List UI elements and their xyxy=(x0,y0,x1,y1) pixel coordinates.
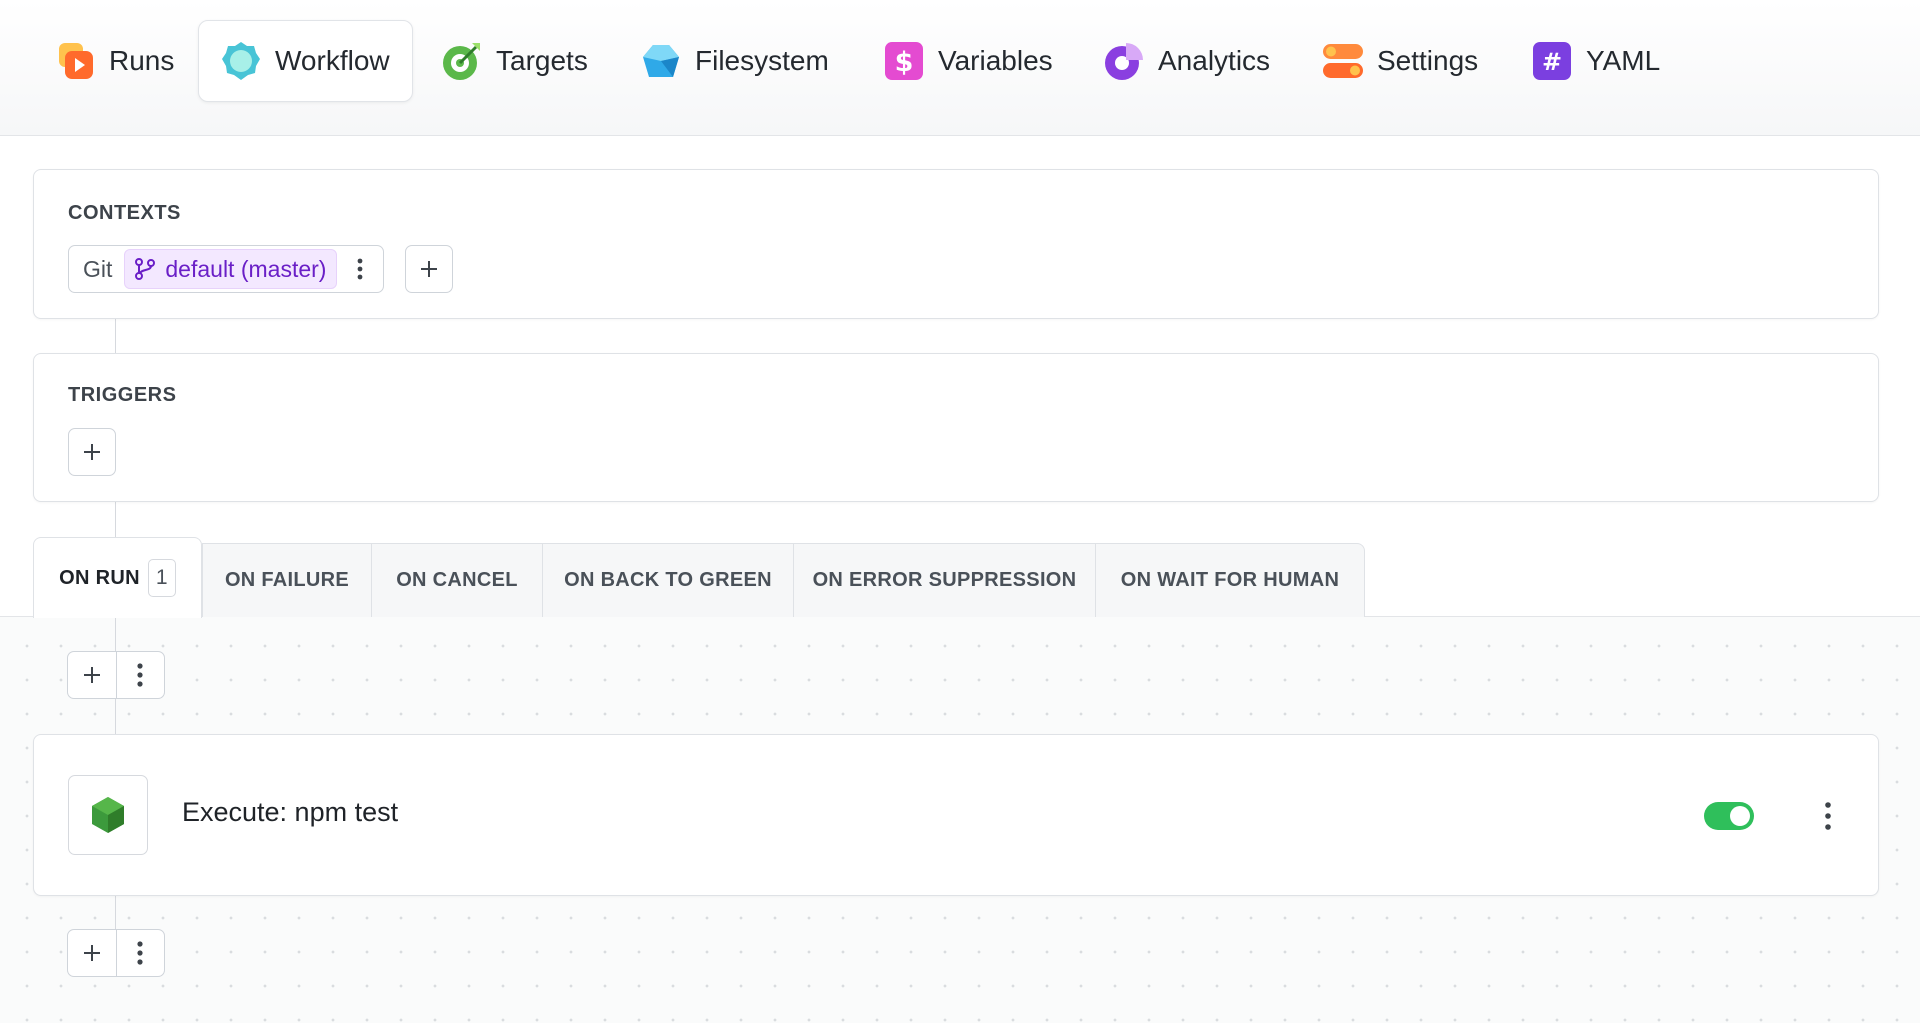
tab-analytics[interactable]: Analytics xyxy=(1082,20,1292,102)
context-more-button[interactable] xyxy=(343,250,377,288)
connector-line xyxy=(115,319,116,353)
step-options-button[interactable] xyxy=(116,652,164,698)
svg-text:#: # xyxy=(1542,48,1562,76)
tab-on-failure[interactable]: ON FAILURE xyxy=(202,543,372,617)
branch-pill[interactable]: default (master) xyxy=(124,249,338,289)
variables-icon: $ xyxy=(885,42,923,80)
step-enabled-toggle[interactable] xyxy=(1704,802,1754,830)
more-vertical-icon xyxy=(358,258,363,280)
contexts-title: CONTEXTS xyxy=(68,202,181,224)
add-trigger-button[interactable] xyxy=(68,428,116,476)
step-card[interactable]: Execute: npm test xyxy=(33,734,1879,896)
contexts-panel: CONTEXTS Git default (master) xyxy=(33,169,1879,319)
add-step-button[interactable] xyxy=(68,930,116,976)
yaml-icon: # xyxy=(1533,42,1571,80)
tab-label: Filesystem xyxy=(695,45,829,76)
filesystem-icon xyxy=(643,45,679,77)
more-vertical-icon xyxy=(1825,802,1831,830)
git-branch-icon xyxy=(135,258,156,280)
step-options-button[interactable] xyxy=(116,930,164,976)
triggers-panel: TRIGGERS xyxy=(33,353,1879,502)
tab-label: Settings xyxy=(1377,45,1479,76)
tab-label: ON ERROR SUPPRESSION xyxy=(812,569,1077,591)
plus-icon xyxy=(84,444,100,460)
svg-text:$: $ xyxy=(895,47,914,78)
analytics-icon xyxy=(1105,43,1143,80)
step-more-button[interactable] xyxy=(1812,795,1844,837)
runs-icon xyxy=(59,43,93,79)
step-icon-box xyxy=(68,775,148,855)
more-vertical-icon xyxy=(137,941,143,965)
tab-workflow[interactable]: Workflow xyxy=(198,20,413,102)
add-step-control-bottom xyxy=(67,929,165,977)
triggers-title: TRIGGERS xyxy=(68,384,177,406)
tab-settings[interactable]: Settings xyxy=(1301,20,1500,102)
tab-runs[interactable]: Runs xyxy=(33,20,196,102)
tab-filesystem[interactable]: Filesystem xyxy=(619,20,851,102)
tab-label: Workflow xyxy=(275,45,390,76)
tab-label: ON WAIT FOR HUMAN xyxy=(1120,569,1340,591)
targets-icon xyxy=(443,43,480,80)
tab-label: Runs xyxy=(109,45,175,76)
tab-variables[interactable]: $ Variables xyxy=(862,20,1075,102)
workflow-icon xyxy=(222,42,260,80)
plus-icon xyxy=(421,261,437,277)
top-navigation: Runs Workflow Targets Filesystem $ Varia… xyxy=(0,0,1920,136)
tab-label: Analytics xyxy=(1158,45,1271,76)
tab-label: ON RUN xyxy=(59,566,140,589)
more-vertical-icon xyxy=(137,663,143,687)
tab-on-cancel[interactable]: ON CANCEL xyxy=(371,543,543,617)
tab-on-back-to-green[interactable]: ON BACK TO GREEN xyxy=(542,543,794,617)
step-title: Execute: npm test xyxy=(182,797,399,827)
context-type-label: Git xyxy=(83,255,113,282)
tab-label: Variables xyxy=(938,45,1053,76)
nodejs-hexagon-icon xyxy=(92,797,124,833)
tab-label: Targets xyxy=(496,45,588,76)
toggle-knob xyxy=(1730,806,1750,826)
add-context-button[interactable] xyxy=(405,245,453,293)
tab-on-wait-for-human[interactable]: ON WAIT FOR HUMAN xyxy=(1095,543,1365,617)
tab-on-run[interactable]: ON RUN 1 xyxy=(33,537,202,618)
connector-line xyxy=(115,502,116,542)
tab-yaml[interactable]: # YAML xyxy=(1510,20,1682,102)
plus-icon xyxy=(83,667,100,683)
add-step-button[interactable] xyxy=(68,652,116,698)
settings-icon xyxy=(1323,44,1363,78)
tab-label: ON CANCEL xyxy=(396,569,518,591)
plus-icon xyxy=(83,945,100,961)
tab-label: YAML xyxy=(1586,45,1661,76)
branch-label: default (master) xyxy=(165,255,327,282)
add-step-control-top xyxy=(67,651,165,699)
tab-label: ON FAILURE xyxy=(224,569,350,591)
tab-on-error-suppression[interactable]: ON ERROR SUPPRESSION xyxy=(793,543,1096,617)
context-chip-git[interactable]: Git default (master) xyxy=(68,245,385,293)
tab-targets[interactable]: Targets xyxy=(420,20,610,102)
step-count-badge: 1 xyxy=(147,559,176,597)
tab-label: ON BACK TO GREEN xyxy=(564,569,772,591)
